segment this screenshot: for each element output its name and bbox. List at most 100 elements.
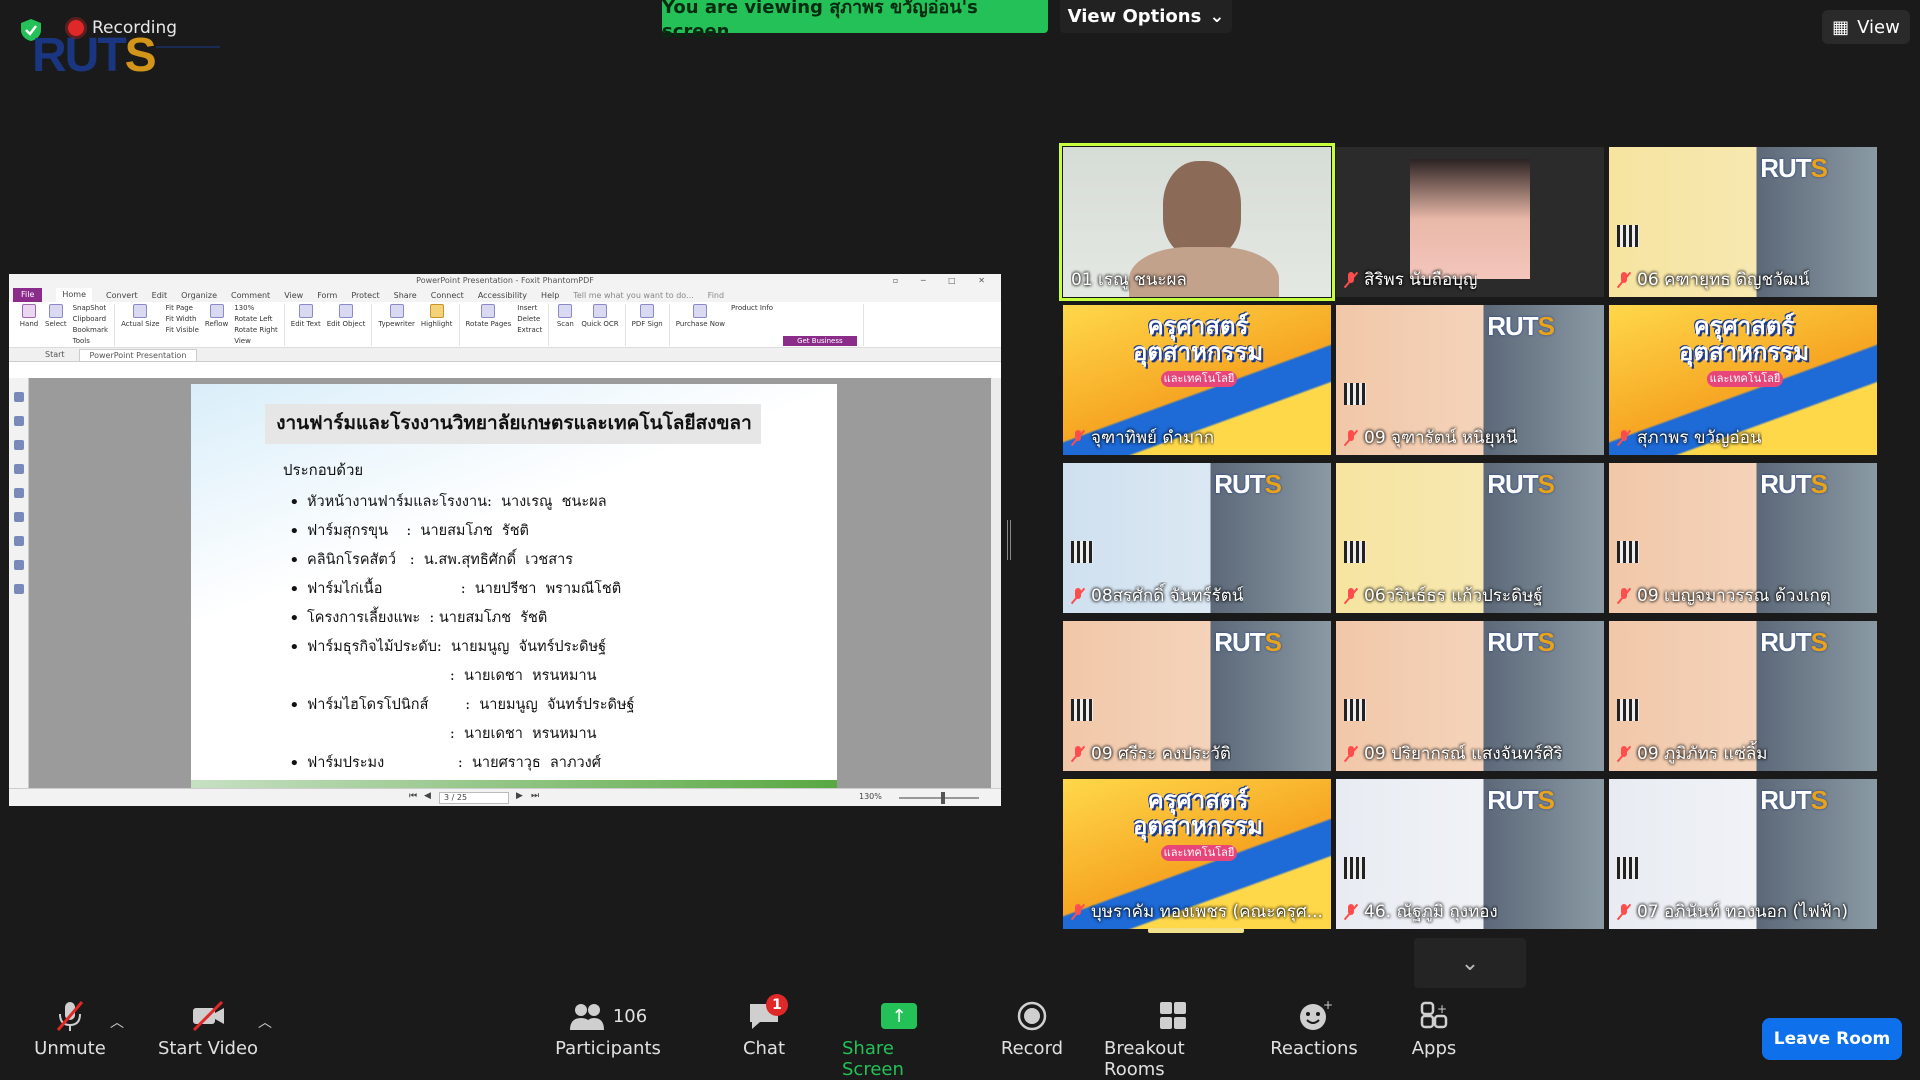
scan-button[interactable]: Scan [555, 304, 575, 328]
tab-powerpoint-presentation[interactable]: PowerPoint Presentation [78, 349, 198, 361]
share-screen-button[interactable]: ↑ Share Screen [842, 1000, 956, 1080]
insert-button[interactable]: Insert [517, 304, 542, 313]
typewriter-button[interactable]: Typewriter [378, 304, 415, 328]
participant-tile[interactable]: RUTS 09 เบญจมาวรรณ ด้วงเกตุ [1609, 463, 1877, 613]
participant-tile[interactable]: RUTS 09 ภูมิภัทร แซ่ลิ้ม [1609, 621, 1877, 771]
participant-tile[interactable]: RUTS 09 ศรีระ คงประวัติ [1063, 621, 1331, 771]
view-button[interactable]: ▦ View [1822, 10, 1910, 44]
menu-accessibility[interactable]: Accessibility [478, 291, 527, 300]
first-page-button[interactable]: ⏮ [409, 791, 417, 801]
next-page-button[interactable]: ▶ [516, 791, 523, 801]
participant-tile[interactable]: ครุศาสตร์ อุตสาหกรรม และเทคโนโลยี สุภาพร ขว… [1609, 305, 1877, 455]
rut-background-logo: RUTS [1487, 785, 1555, 815]
panel-resize-handle[interactable] [1007, 520, 1011, 560]
clipboard-button[interactable]: Clipboard [73, 315, 108, 324]
video-options-caret-icon[interactable]: ︿ [258, 1012, 272, 1032]
product-info-button[interactable]: Product Info [731, 304, 773, 313]
last-page-button[interactable]: ⏭ [531, 791, 539, 801]
fit-visible-button[interactable]: Fit Visible [166, 326, 199, 335]
participant-tile[interactable]: RUTS 07 อภินันท์ ทองนอก (ไฟฟ้า) [1609, 779, 1877, 929]
participant-tile[interactable]: 01 เรณู ชนะผล [1059, 143, 1335, 301]
participant-tile[interactable]: สิริพร นับถือบุญ [1336, 147, 1604, 297]
snapshot-button[interactable]: SnapShot [73, 304, 108, 313]
rotate-pages-button[interactable]: Rotate Pages [466, 304, 511, 328]
reactions-button[interactable]: + Reactions [1270, 1000, 1358, 1059]
highlight-button[interactable]: Highlight [421, 304, 453, 328]
menu-share[interactable]: Share [394, 291, 417, 300]
participant-tile[interactable]: RUTS 09 จุฑารัตน์ หนิยุหนี [1336, 305, 1604, 455]
menu-home[interactable]: Home [56, 288, 93, 302]
menu-comment[interactable]: Comment [231, 291, 270, 300]
participant-tile[interactable]: RUTS 08สรศักดิ์ จันทร์รัตน์ [1063, 463, 1331, 613]
quick-ocr-button[interactable]: Quick OCR [581, 304, 619, 328]
menu-file[interactable]: File [13, 288, 43, 302]
leave-room-button[interactable]: Leave Room [1762, 1018, 1902, 1060]
participant-tile[interactable]: ครุศาสตร์ อุตสาหกรรม และเทคโนโลยี จุฑาทิพย์… [1063, 305, 1331, 455]
actual-size-button[interactable]: Actual Size [121, 304, 160, 328]
zoom-select[interactable]: 130% [234, 304, 278, 313]
reflow-button[interactable]: Reflow [205, 304, 228, 328]
rotate-right-button[interactable]: Rotate Right [234, 326, 278, 335]
menu-connect[interactable]: Connect [431, 291, 464, 300]
chat-unread-badge: 1 [766, 994, 788, 1016]
zoom-slider[interactable] [899, 797, 979, 799]
chat-button[interactable]: 1 Chat [734, 994, 794, 1059]
attachments-panel-icon[interactable] [13, 488, 24, 498]
pdf-document-area[interactable]: งานฟาร์มและโรงงานวิทยาลัยเกษตรและเทคโนโล… [9, 378, 1001, 788]
menu-view[interactable]: View [284, 291, 303, 300]
zoom-slider-knob[interactable] [941, 792, 945, 804]
participant-tile[interactable]: ครุศาสตร์ อุตสาหกรรม และเทคโนโลยี บุษราคัม … [1063, 779, 1331, 929]
bookmark-button[interactable]: Bookmark [73, 326, 108, 335]
page-number-field[interactable]: 3 / 25 [439, 792, 509, 804]
apps-button[interactable]: + Apps [1404, 1000, 1464, 1059]
fit-page-button[interactable]: Fit Page [166, 304, 199, 313]
menu-form[interactable]: Form [317, 291, 337, 300]
view-options-button[interactable]: View Options ⌄ [1060, 0, 1232, 33]
find-field[interactable]: Find [708, 291, 724, 300]
record-button[interactable]: Record [996, 1000, 1068, 1059]
tags-panel-icon[interactable] [13, 584, 24, 594]
unmute-button[interactable]: Unmute [30, 1000, 110, 1059]
menu-protect[interactable]: Protect [351, 291, 379, 300]
edit-object-button[interactable]: Edit Object [327, 304, 365, 328]
edit-text-button[interactable]: Edit Text [291, 304, 321, 328]
menu-convert[interactable]: Convert [106, 291, 138, 300]
purchase-now-button[interactable]: Purchase Now [676, 304, 725, 328]
recording-indicator[interactable]: Recording [68, 18, 177, 38]
participant-name-text: 01 เรณู ชนะผล [1071, 270, 1187, 290]
start-video-button[interactable]: Start Video [156, 1000, 260, 1059]
pdf-sign-button[interactable]: PDF Sign [632, 304, 663, 328]
pages-panel-icon[interactable] [13, 416, 24, 426]
participant-tile[interactable]: RUTS 06 คฑายุทธ ดิญชวัฒน์ [1609, 147, 1877, 297]
bookmark-panel-icon[interactable] [13, 392, 24, 402]
select-tool-button[interactable]: Select [45, 304, 67, 328]
fit-width-button[interactable]: Fit Width [166, 315, 199, 324]
tab-start[interactable]: Start [35, 349, 75, 361]
qr-code-icon [1071, 541, 1093, 563]
tell-me-search[interactable]: Tell me what you want to do... [573, 291, 693, 300]
pdf-scrollbar[interactable] [991, 378, 1001, 788]
speaking-indicator [1148, 928, 1244, 933]
shared-screen[interactable]: PowerPoint Presentation - Foxit PhantomP… [9, 274, 1001, 806]
menu-organize[interactable]: Organize [181, 291, 217, 300]
audio-options-caret-icon[interactable]: ︿ [110, 1012, 124, 1032]
participant-tile[interactable]: RUTS 09 ปริยากรณ์ แสงจันทร์ศิริ [1336, 621, 1604, 771]
participant-tile[interactable]: RUTS 46. ณัฐภูมิ ถุงทอง [1336, 779, 1604, 929]
signature-panel-icon[interactable] [13, 512, 24, 522]
security-panel-icon[interactable] [13, 536, 24, 546]
prev-page-button[interactable]: ◀ [424, 791, 431, 801]
menu-help[interactable]: Help [541, 291, 559, 300]
show-more-button[interactable]: ⌄ [1414, 938, 1526, 988]
rotate-left-button[interactable]: Rotate Left [234, 315, 278, 324]
delete-button[interactable]: Delete [517, 315, 542, 324]
content-panel-icon[interactable] [13, 560, 24, 570]
menu-edit[interactable]: Edit [152, 291, 168, 300]
comments-panel-icon[interactable] [13, 464, 24, 474]
extract-button[interactable]: Extract [517, 326, 542, 335]
breakout-rooms-button[interactable]: Breakout Rooms [1104, 1000, 1242, 1080]
hand-tool-button[interactable]: Hand [19, 304, 39, 328]
participant-tile[interactable]: RUTS 06วรินธ์ธร แก้วประดิษฐ์ [1336, 463, 1604, 613]
rut-background-logo: RUTS [1487, 627, 1555, 657]
participants-button[interactable]: 106 Participants [555, 1000, 661, 1059]
layers-panel-icon[interactable] [13, 440, 24, 450]
